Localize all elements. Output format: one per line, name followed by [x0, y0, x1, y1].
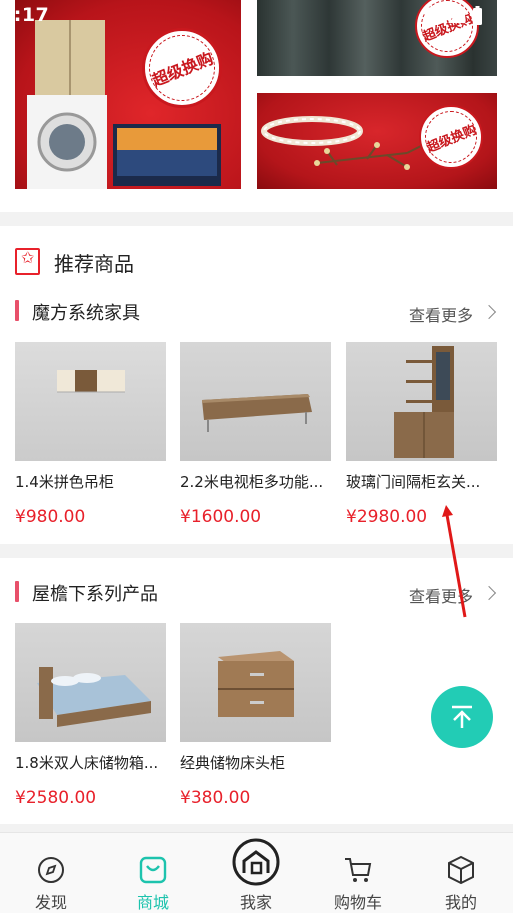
tab-label: 我家	[239, 893, 272, 912]
tab-mine[interactable]: 我的	[410, 833, 512, 913]
arrow-up-icon	[452, 705, 472, 728]
product-price: ¥380.00	[180, 788, 251, 808]
category-title: 魔方系统家具	[32, 303, 140, 324]
product-name: 经典储物床头柜	[180, 754, 286, 772]
product-name: 1.4米拼色吊柜	[15, 473, 114, 491]
promo-seal-text-small: 超级换购	[420, 11, 475, 45]
product-price: ¥980.00	[15, 507, 86, 527]
product-price: ¥2980.00	[346, 507, 428, 527]
product-card[interactable]: 1.4米拼色吊柜 ¥980.00	[15, 342, 166, 527]
product-name: 2.2米电视柜多功能...	[180, 473, 324, 491]
promo-seal-lamp: 超级换购	[419, 105, 483, 169]
bed-illustration	[37, 667, 151, 727]
recommend-title: 推荐商品	[54, 252, 134, 276]
category-title: 屋檐下系列产品	[32, 584, 158, 605]
banner-chandelier[interactable]: 超级换购	[257, 93, 497, 189]
product-card[interactable]: 1.8米双人床储物箱... ¥2580.00	[15, 623, 166, 808]
promo-seal: 超级换购	[142, 28, 222, 108]
view-more-link[interactable]: 查看更多	[409, 583, 473, 607]
product-image[interactable]	[15, 342, 166, 461]
tab-cart[interactable]: 购物车	[307, 833, 409, 913]
product-card[interactable]: 经典储物床头柜 ¥380.00	[180, 623, 331, 808]
product-image[interactable]	[346, 342, 497, 461]
promo-seal-text: 超级换购	[149, 48, 216, 91]
product-image[interactable]	[180, 623, 331, 742]
tab-label: 购物车	[333, 893, 382, 912]
tab-label: 我的	[444, 893, 477, 912]
nightstand-illustration	[218, 651, 294, 717]
tab-label: 发现	[34, 893, 67, 912]
shopping-bag-icon	[139, 856, 167, 884]
tab-label: 商城	[136, 893, 169, 912]
product-card[interactable]: 2.2米电视柜多功能... ¥1600.00	[180, 342, 331, 527]
category-accent-bar	[15, 300, 19, 321]
category-accent-bar	[15, 581, 19, 602]
partition-cabinet-illustration	[394, 346, 454, 458]
product-name: 1.8米双人床储物箱...	[15, 754, 159, 772]
tab-mall[interactable]: 商城	[102, 833, 204, 913]
cube-icon	[448, 855, 474, 885]
tab-discover[interactable]: 发现	[0, 833, 102, 913]
tab-my-home[interactable]: 我家	[205, 833, 307, 913]
recommend-header: 推荐商品	[0, 226, 513, 284]
compass-icon	[38, 857, 64, 883]
view-more-link[interactable]: 查看更多	[409, 302, 473, 326]
home-icon	[232, 838, 280, 886]
bottom-tab-bar: 发现 商城 我家 购物车 我的	[0, 832, 513, 913]
promo-seal-small: 超级换购	[415, 0, 479, 58]
promo-seal-text-lamp: 超级换购	[424, 122, 479, 156]
back-to-top-button[interactable]	[431, 686, 493, 748]
cart-icon	[345, 858, 372, 882]
product-price: ¥2580.00	[15, 788, 97, 808]
banner-appliances[interactable]: 超级换购	[15, 0, 241, 189]
tv-cabinet-illustration	[202, 394, 312, 432]
wall-cabinet-illustration	[57, 370, 125, 393]
product-card[interactable]: 玻璃门间隔柜玄关... ¥2980.00	[346, 342, 497, 527]
promo-banners: 超级换购 超级换购 超级换购	[0, 0, 513, 212]
category-section: 屋檐下系列产品 查看更多 1.8米双人床储物箱... ¥2580.00 经典储物…	[0, 558, 513, 824]
flag-icon	[15, 248, 40, 275]
product-image[interactable]	[180, 342, 331, 461]
chevron-right-icon[interactable]	[481, 585, 497, 601]
category-section: 魔方系统家具 查看更多 1.4米拼色吊柜 ¥980.00 2.2米电视柜多功能.…	[0, 284, 513, 544]
banner-curtain[interactable]: 超级换购	[257, 0, 497, 76]
product-name: 玻璃门间隔柜玄关...	[346, 473, 481, 491]
product-price: ¥1600.00	[180, 507, 262, 527]
chevron-right-icon[interactable]	[481, 304, 497, 320]
product-image[interactable]	[15, 623, 166, 742]
